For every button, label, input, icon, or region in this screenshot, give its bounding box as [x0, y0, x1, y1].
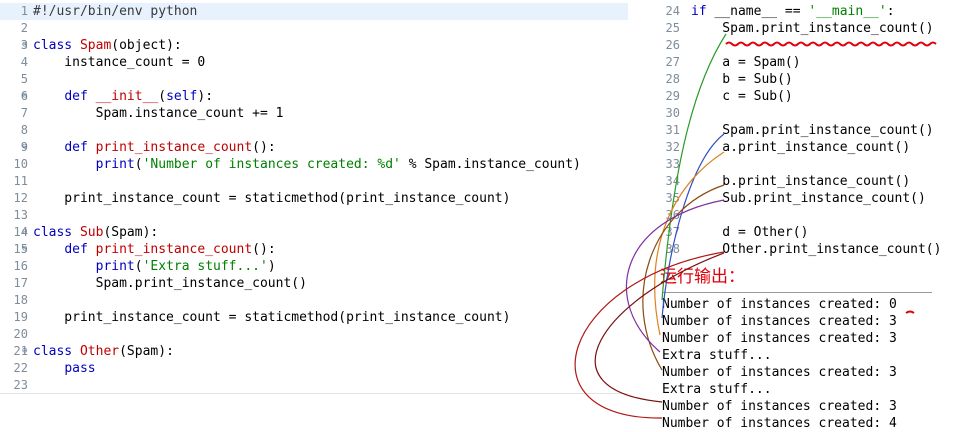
annotation-overlay — [574, 33, 937, 419]
red-mark-zero — [905, 310, 915, 314]
blue-connector — [661, 133, 725, 319]
purple-connector — [625, 199, 725, 353]
red-connector — [574, 251, 725, 419]
green-connector — [661, 33, 727, 301]
orange-connector — [654, 151, 725, 336]
maroon-connector — [594, 252, 725, 403]
red-squiggle-underline — [725, 41, 937, 47]
